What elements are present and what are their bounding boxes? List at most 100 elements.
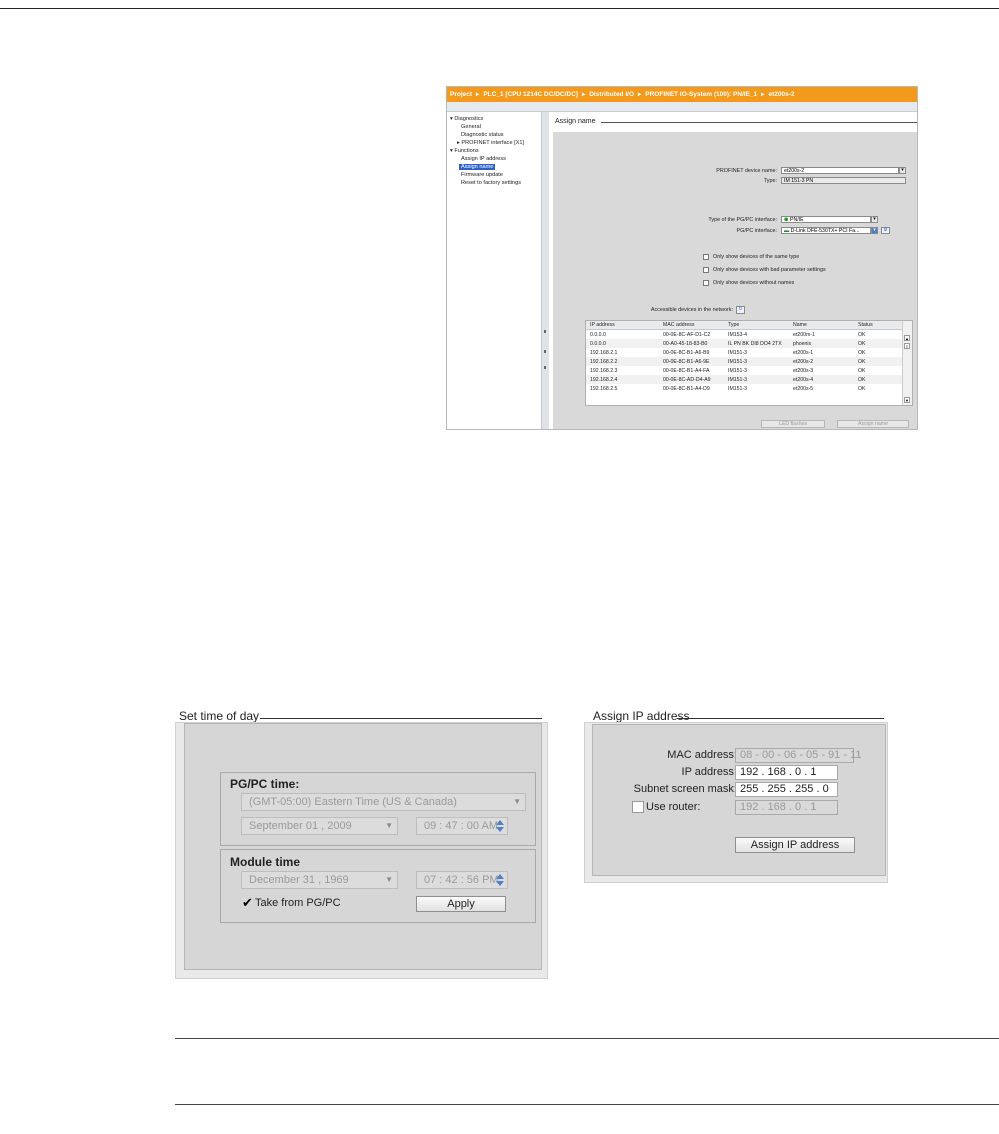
column-header-status[interactable]: Status [858,322,873,328]
module-date-select: December 31 , 1969 ▼ [241,871,398,889]
splitter-grip-icon [544,366,546,369]
breadcrumb-item-project[interactable]: Project [450,91,472,98]
network-plug-icon: ⬣ [784,217,789,223]
take-from-pgpc-label: Take from PG/PC [255,897,341,909]
tree-item-diagnostic-status[interactable]: Diagnostic status [461,132,504,138]
breadcrumb: Project ▸ PLC_1 [CPU 1214C DC/DC/DC] ▸ Distr… [447,87,917,102]
tree-item-profinet-interface[interactable]: ▸ PROFINET interface [X1] [457,140,524,146]
table-row[interactable]: 192.168.2.4 00-0E-8C-AD-D4-A9 IM151-3 et200… [586,375,902,384]
ip-panel: MAC address: 08 - 00 - 06 - 05 - 91 - 11… [592,724,886,876]
set-time-of-day-screenshot: Set time of day PG/PC time: (GMT-05:00) … [175,707,548,979]
pgpc-interface-select[interactable]: ▬ D-Link DFE-530TX+ PCI Fa... [781,227,871,234]
chevron-down-icon: ▼ [513,797,521,806]
time-panel: PG/PC time: (GMT-05:00) Eastern Time (US… [184,723,542,970]
assign-ip-screenshot: Assign IP address MAC address: 08 - 00 -… [584,707,888,883]
table-row[interactable]: 192.168.2.3 00-0E-8C-B1-A4-FA IM151-3 et200… [586,366,902,375]
section-title: Set time of day [179,709,260,723]
table-row[interactable]: 0.0.0.0 00-0E-8C-AF-D1-C2 IM153-4 et200m-1 O… [586,330,902,339]
subnet-mask-field[interactable]: 255 . 255 . 255 . 0 [735,782,838,797]
chevron-right-icon: ▸ [638,91,642,98]
breadcrumb-item-plc[interactable]: PLC_1 [CPU 1214C DC/DC/DC] [483,91,578,98]
expand-triangle-icon: ▾ [450,116,453,122]
column-header-ip[interactable]: IP address [590,322,615,328]
breadcrumb-item-distributed-io[interactable]: Distributed I/O [589,91,634,98]
title-rule [260,718,542,719]
pgpc-interface-type-select[interactable]: ⬣ PN/IE [781,216,871,223]
title-rule [601,122,917,123]
top-rule [0,8,999,9]
scroll-up-icon[interactable]: ▲ [904,335,910,341]
pgpc-time-group: PG/PC time: (GMT-05:00) Eastern Time (US… [220,772,536,846]
scroll-down-icon[interactable]: ▼ [904,397,910,403]
pgpc-time-field: 09 : 47 : 00 AM [416,817,508,835]
title-rule [677,718,884,719]
chevron-down-icon[interactable]: ▾ [899,167,906,174]
section-title: Assign IP address [593,709,690,723]
profinet-device-name-label: PROFINET device name: [716,168,777,174]
devices-table: IP address MAC address Type Name Status … [585,320,913,406]
mac-address-label: MAC address: [667,749,737,761]
chevron-right-icon: ▸ [761,91,765,98]
use-router-label: Use router: [646,801,701,813]
pgpc-interface-type-label: Type of the PG/PC interface: [708,217,777,223]
pgpc-interface-label: PG/PC interface: [736,228,777,234]
tree-item-assign-ip[interactable]: Assign IP address [461,156,506,162]
table-scrollbar[interactable]: ▲ ≡ ▼ [902,321,912,405]
filter-same-type-checkbox[interactable] [703,254,709,260]
module-time-field: 07 : 42 : 56 PM [416,871,508,889]
chevron-right-icon: ▸ [476,91,480,98]
subnet-mask-label: Subnet screen mask: [633,783,737,795]
assign-name-button[interactable]: Assign name [837,420,909,428]
filter-no-names-checkbox[interactable] [703,280,709,286]
breadcrumb-item-device[interactable]: et200s-2 [769,91,795,98]
table-row[interactable]: 192.168.2.2 00-0E-8C-B1-A6-9E IM151-3 et200… [586,357,902,366]
use-router-checkbox[interactable] [632,801,644,813]
splitter-grip-icon [544,350,546,353]
chevron-down-icon[interactable]: ▾ [871,216,878,223]
diagnostics-icon[interactable]: ⚙ [881,227,890,234]
toolbar-strip [447,102,917,112]
refresh-icon[interactable]: ↻ [736,306,745,314]
column-header-mac[interactable]: MAC address [663,322,694,328]
module-time-group: Module time December 31 , 1969 ▼ 07 : 42 … [220,849,536,923]
filter-no-names-label: Only show devices without names [713,280,795,286]
table-row[interactable]: 0.0.0.0 00-A0-45-18-83-B0 IL PN BK DI8 DO4… [586,339,902,348]
led-flashes-button[interactable]: LED flashes [761,420,825,428]
accessible-devices-label: Accessible devices in the network: [650,307,733,313]
collapse-triangle-icon: ▸ [457,140,460,146]
table-row[interactable]: 192.168.2.5 00-0E-8C-B1-A4-D9 IM151-3 et200… [586,384,902,393]
chevron-down-icon[interactable]: ▾ [871,227,878,234]
pgpc-date-select: September 01 , 2009 ▼ [241,817,398,835]
filter-bad-params-checkbox[interactable] [703,267,709,273]
type-field: IM 151-3 PN [781,177,906,184]
ip-address-field[interactable]: 192 . 168 . 0 . 1 [735,765,838,780]
scroll-thumb[interactable]: ≡ [904,343,910,349]
tree-item-assign-name[interactable]: Assign name [459,164,496,170]
note-rule-top [175,1038,999,1039]
assign-ip-address-button[interactable]: Assign IP address [735,837,855,853]
profinet-device-name-field[interactable]: et200s-2 [781,167,899,174]
spin-arrows-icon [496,819,505,833]
tree-item-reset-factory[interactable]: Reset to factory settings [461,180,521,186]
router-address-field: 192 . 168 . 0 . 1 [735,800,838,815]
tree-item-firmware-update[interactable]: Firmware update [461,172,503,178]
pane-splitter[interactable] [542,112,549,429]
timezone-select: (GMT-05:00) Eastern Time (US & Canada) ▼ [241,793,526,811]
expand-triangle-icon: ▾ [450,148,453,154]
breadcrumb-item-io-system[interactable]: PROFINET IO-System (100): PN/IE_1 [645,91,757,98]
table-row[interactable]: 192.168.2.1 00-0E-8C-B1-A6-B9 IM151-3 et200… [586,348,902,357]
tree-item-diagnostics[interactable]: ▾ Diagnostics [450,116,483,122]
table-header: IP address MAC address Type Name Status [586,321,902,330]
apply-button[interactable]: Apply [416,896,506,912]
tree-item-general[interactable]: General [461,124,481,130]
assign-name-panel: PROFINET device name: et200s-2 ▾ Type: I… [553,132,917,429]
assign-name-screenshot: Project ▸ PLC_1 [CPU 1214C DC/DC/DC] ▸ Distr… [446,86,918,430]
splitter-grip-icon [544,330,546,333]
spin-arrows-icon [496,873,505,887]
navigation-tree: ▾ Diagnostics General Diagnostic status … [447,112,542,429]
take-from-pgpc-checkbox[interactable]: ✔ [241,896,254,910]
filter-bad-params-label: Only show devices with bad parameter set… [713,267,826,273]
column-header-name[interactable]: Name [793,322,807,328]
column-header-type[interactable]: Type [728,322,739,328]
tree-item-functions[interactable]: ▾ Functions [450,148,479,154]
